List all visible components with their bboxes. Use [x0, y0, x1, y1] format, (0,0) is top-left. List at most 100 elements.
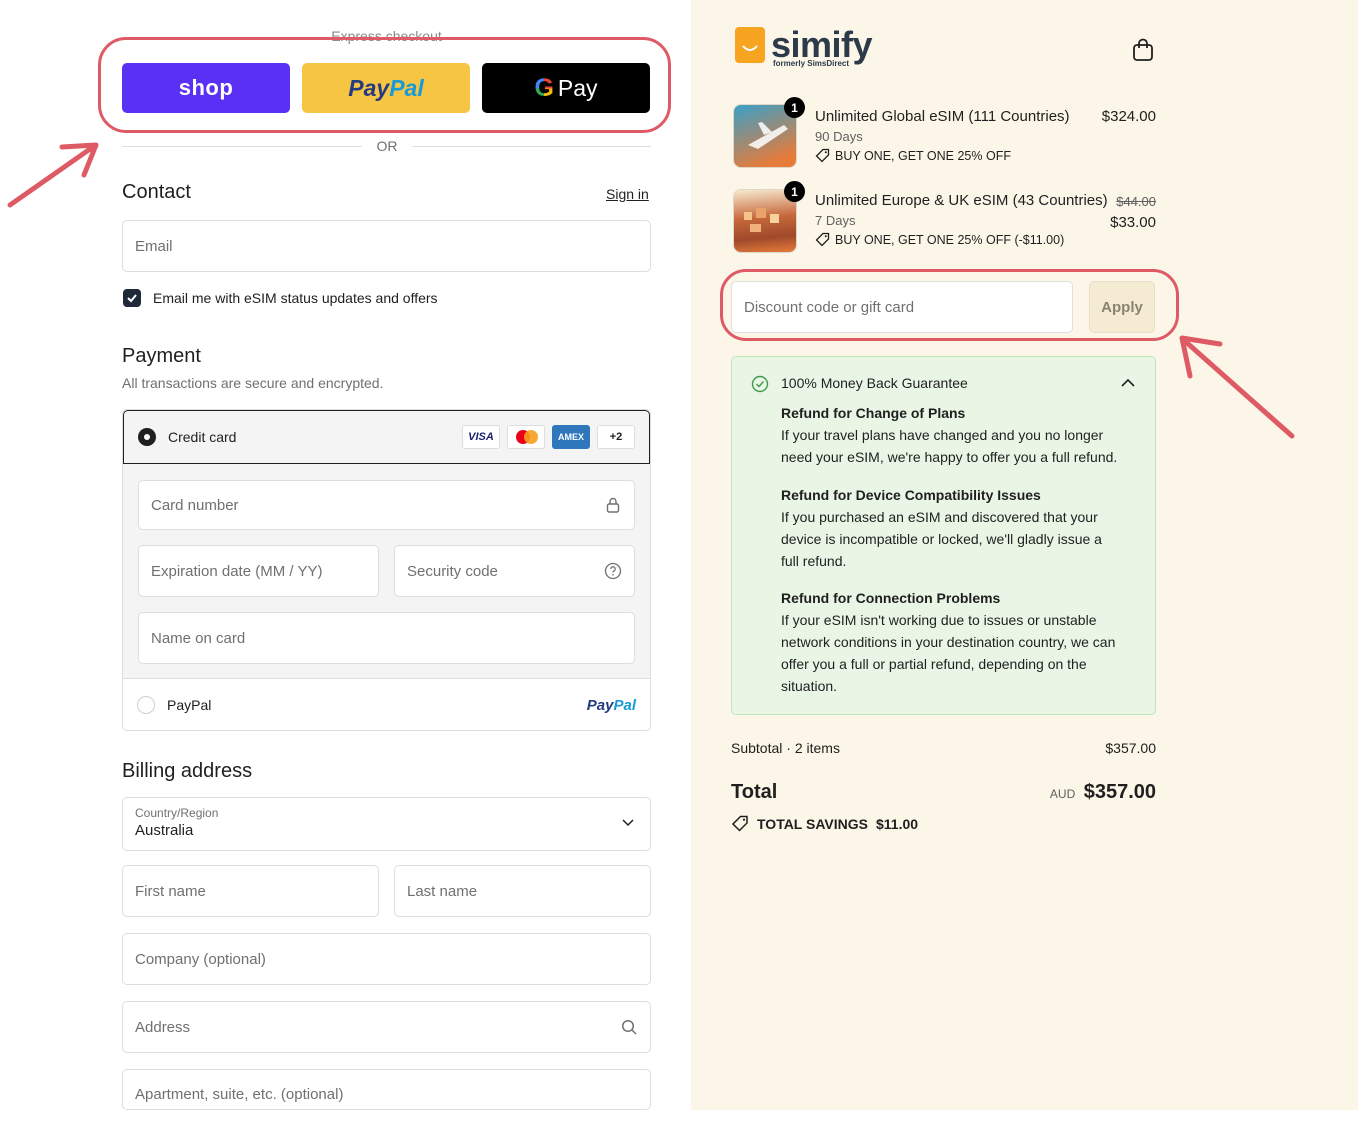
first-name-field[interactable]: First name [122, 865, 379, 917]
card-number-placeholder: Card number [151, 496, 239, 514]
or-text: OR [362, 138, 412, 154]
amex-icon: AMEX [552, 425, 590, 449]
total-price: AUD $357.00 [1000, 781, 1156, 804]
google-g-icon: G [534, 73, 554, 102]
guarantee-text: If you purchased an eSIM and discovered … [781, 509, 1102, 569]
paypal-express-button[interactable]: Pay Pal [302, 63, 470, 113]
item-title: Unlimited Europe & UK eSIM (43 Countries… [815, 192, 1108, 209]
savings-value: $11.00 [875, 815, 919, 832]
item-discount-text: BUY ONE, GET ONE 25% OFF (-$11.00) [835, 232, 1065, 247]
visa-icon: VISA [462, 425, 500, 449]
item-variant: 90 Days [815, 129, 863, 144]
total-savings: TOTAL SAVINGS $11.00 [731, 815, 918, 832]
paypal-logo-dark: Pay [348, 74, 390, 101]
name-on-card-field[interactable]: Name on card [138, 612, 635, 664]
subtotal-value: $357.00 [1105, 740, 1156, 756]
help-icon[interactable] [604, 562, 622, 580]
google-pay-label: Pay [557, 74, 598, 101]
last-name-field[interactable]: Last name [394, 865, 651, 917]
payment-methods: Credit card VISA AMEX +2 Card number Exp… [122, 409, 651, 731]
discount-code-input[interactable]: Discount code or gift card [731, 281, 1073, 333]
paypal-radio[interactable] [137, 696, 155, 714]
tag-icon [815, 232, 830, 247]
apply-discount-button[interactable]: Apply [1089, 281, 1155, 333]
paypal-logo-light: Pal [389, 74, 424, 101]
paypal-option[interactable]: PayPal PayPal [123, 680, 650, 730]
first-name-placeholder: First name [135, 882, 206, 900]
expiration-placeholder: Expiration date (MM / YY) [151, 562, 323, 580]
item-discount: BUY ONE, GET ONE 25% OFF (-$11.00) [815, 232, 1064, 247]
total-value: $357.00 [1083, 781, 1156, 803]
tag-icon [731, 815, 748, 832]
chevron-up-icon[interactable] [1121, 378, 1135, 387]
tag-icon [815, 148, 830, 163]
shopping-bag-icon[interactable] [1132, 38, 1154, 62]
guarantee-text: If your travel plans have changed and yo… [781, 427, 1118, 465]
check-icon [127, 294, 137, 303]
quantity-badge: 1 [784, 181, 805, 202]
item-title: Unlimited Global eSIM (111 Countries) [815, 108, 1070, 125]
guarantee-heading: Refund for Change of Plans [781, 405, 966, 421]
item-discount: BUY ONE, GET ONE 25% OFF [815, 148, 1011, 163]
apartment-field[interactable]: Apartment, suite, etc. (optional) [122, 1069, 651, 1110]
subtotal-label: Subtotal · 2 items [731, 740, 840, 756]
chevron-down-icon [622, 819, 634, 827]
country-select[interactable]: Country/Region Australia [122, 797, 651, 851]
credit-card-option[interactable]: Credit card VISA AMEX +2 [123, 410, 650, 464]
country-value: Australia [135, 822, 194, 839]
address-field[interactable]: Address [122, 1001, 651, 1053]
item-variant: 7 Days [815, 213, 856, 228]
simify-logo[interactable]: simify formerly SimsDirect [735, 24, 873, 68]
item-price: $33.00 [1110, 214, 1156, 231]
annotation-arrow-left [7, 142, 99, 208]
paypal-logo: PayPal [586, 696, 636, 714]
mastercard-icon [507, 425, 545, 449]
guarantee-heading: Refund for Device Compatibility Issues [781, 487, 1041, 503]
security-code-placeholder: Security code [407, 562, 498, 580]
billing-title: Billing address [122, 760, 253, 782]
paypal-option-label: PayPal [167, 697, 212, 713]
google-pay-button[interactable]: G Pay [482, 63, 650, 113]
credit-card-radio[interactable] [138, 428, 156, 446]
company-field[interactable]: Company (optional) [122, 933, 651, 985]
apartment-placeholder: Apartment, suite, etc. (optional) [135, 1086, 344, 1103]
guarantee-heading: Refund for Connection Problems [781, 590, 1001, 606]
guarantee-title: 100% Money Back Guarantee [781, 375, 968, 391]
quantity-badge: 1 [784, 97, 805, 118]
lock-icon [604, 496, 622, 514]
card-number-field[interactable]: Card number [138, 480, 635, 530]
name-on-card-placeholder: Name on card [151, 629, 246, 647]
shop-pay-button[interactable]: shop [122, 63, 290, 113]
shop-pay-label: shop [178, 75, 234, 100]
country-label: Country/Region [135, 806, 219, 820]
security-code-field[interactable]: Security code [394, 545, 635, 597]
marketing-checkbox[interactable] [123, 289, 141, 307]
address-placeholder: Address [135, 1018, 191, 1036]
email-field[interactable]: Email [122, 220, 651, 272]
contact-title: Contact [122, 181, 191, 203]
search-icon [620, 1018, 638, 1036]
discount-placeholder: Discount code or gift card [744, 298, 915, 316]
savings-label: TOTAL SAVINGS [757, 815, 868, 832]
more-cards-icon: +2 [597, 425, 635, 449]
sign-in-link[interactable]: Sign in [606, 186, 649, 202]
email-placeholder: Email [135, 237, 173, 255]
money-back-guarantee: 100% Money Back Guarantee Refund for Cha… [731, 356, 1156, 715]
currency-code: AUD [1049, 787, 1076, 801]
credit-card-label: Credit card [168, 429, 237, 445]
expiration-field[interactable]: Expiration date (MM / YY) [138, 545, 379, 597]
item-discount-text: BUY ONE, GET ONE 25% OFF [835, 148, 1011, 163]
logo-mark [735, 27, 765, 63]
logo-text: simify [771, 24, 873, 65]
check-circle-icon [751, 375, 769, 393]
item-original-price: $44.00 [1116, 194, 1156, 209]
guarantee-text: If your eSIM isn't working due to issues… [781, 612, 1116, 694]
total-label: Total [731, 781, 778, 803]
payment-subtitle: All transactions are secure and encrypte… [122, 375, 384, 391]
annotation-arrow-right [1179, 335, 1295, 439]
last-name-placeholder: Last name [407, 882, 478, 900]
marketing-label: Email me with eSIM status updates and of… [153, 290, 438, 306]
credit-card-form: Card number Expiration date (MM / YY) Se… [123, 464, 650, 679]
item-price: $324.00 [1101, 108, 1156, 125]
company-placeholder: Company (optional) [135, 950, 266, 968]
